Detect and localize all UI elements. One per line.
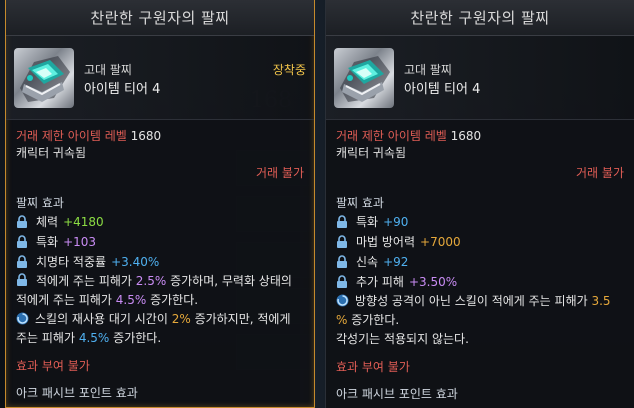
bracelet-icon [14, 48, 74, 108]
effect-value: 4.5% [78, 331, 110, 345]
binding-status: 캐릭터 귀속됨 [16, 146, 87, 160]
lock-icon [337, 275, 347, 288]
bracelet-icon [334, 48, 394, 108]
item-grade: 고대 팔찌 [404, 63, 452, 77]
special-effect-1: 방향성 공격이 아닌 스킬이 적에게 주는 피해가 3.5 % 증가한다. [336, 292, 624, 330]
effects-header: 팔찌 효과 [336, 196, 384, 210]
stat-value: +3.40% [111, 255, 160, 269]
effect-text: 주는 피해가 [16, 331, 79, 345]
stat-name: 추가 피해 [356, 275, 404, 289]
lock-icon [17, 255, 27, 268]
special-effect-2: 각성기는 적용되지 않는다. [336, 332, 469, 346]
stat-row: 특화 +90 [336, 212, 624, 232]
item-name: 찬란한 구원자의 팔찌 [6, 0, 314, 36]
stat-value: +3.50% [408, 275, 458, 289]
stat-name: 마법 방어력 [356, 235, 416, 249]
stat-row: 체력 +4180 [16, 212, 304, 232]
item-header: 고대 팔찌 아이템 티어 4 장착중 [6, 36, 314, 120]
effect-value: 2% [171, 312, 191, 326]
effect-value: 4.5% [115, 293, 147, 307]
item-tier: 아이템 티어 4 [404, 82, 481, 97]
stat-row: 치명타 적중률 +3.40% [16, 252, 304, 272]
effect-text: 적에게 주는 피해가 [16, 293, 116, 307]
item-level-value: 1680 [450, 129, 482, 143]
item-header: 고대 팔찌 아이템 티어 4 [326, 36, 634, 120]
equipped-badge: 장착중 [272, 63, 306, 77]
stat-name: 특화 [356, 215, 379, 229]
stat-name: 신속 [356, 255, 379, 269]
item-level: 거래 제한 아이템 레벨 1680 [16, 128, 304, 145]
item-name: 찬란한 구원자의 팔찌 [326, 0, 634, 36]
lock-icon [17, 215, 27, 228]
lock-icon [17, 235, 27, 248]
effect-value: 3.5 [591, 294, 611, 308]
no-effect-grant: 효과 부여 불가 [336, 360, 410, 374]
effect-text: 증가하지만, 적에게 [190, 312, 291, 326]
stat-value: +7000 [420, 235, 461, 249]
lock-icon [17, 273, 27, 286]
stat-row: 마법 방어력 +7000 [336, 232, 624, 252]
item-level-label: 거래 제한 아이템 레벨 [336, 129, 447, 143]
stat-name: 특화 [36, 235, 59, 249]
special-effect-2: 스킬의 재사용 대기 시간이 2% 증가하지만, 적에게 주는 피해가 4.5%… [16, 310, 304, 348]
stat-value: +103 [63, 235, 97, 249]
effect-text: 증가한다. [347, 313, 400, 327]
effect-text: 증가한다. [146, 293, 199, 307]
effect-text: 스킬의 재사용 대기 시간이 [35, 312, 172, 326]
item-grade: 고대 팔찌 [84, 63, 132, 77]
lock-icon [337, 235, 347, 248]
stat-row: 추가 피해 +3.50% [336, 272, 624, 292]
stat-value: +92 [383, 255, 409, 269]
effect-text: 증가하며, 무력화 상태의 [166, 274, 292, 288]
effect-text: 방향성 공격이 아닌 스킬이 적에게 주는 피해가 [355, 294, 592, 308]
trade-status: 거래 불가 [576, 166, 624, 180]
effect-value: 2.5% [135, 274, 167, 288]
swirl-icon [16, 312, 29, 325]
effect-value: % [336, 313, 348, 327]
effects-header: 팔찌 효과 [16, 196, 64, 210]
lock-icon [337, 255, 347, 268]
stat-row: 특화 +103 [16, 232, 304, 252]
trade-status: 거래 불가 [256, 166, 304, 180]
stat-row: 신속 +92 [336, 252, 624, 272]
swirl-icon [336, 294, 349, 307]
stat-value: +90 [383, 215, 409, 229]
ark-passive-header: 아크 패시브 포인트 효과 [336, 387, 458, 401]
lock-icon [337, 215, 347, 228]
ark-passive-header: 아크 패시브 포인트 효과 [16, 386, 138, 400]
binding-status: 캐릭터 귀속됨 [336, 146, 407, 160]
effect-text: 증가한다. [109, 331, 162, 345]
item-level: 거래 제한 아이템 레벨 1680 [336, 128, 624, 145]
no-effect-grant: 효과 부여 불가 [16, 359, 90, 373]
item-level-label: 거래 제한 아이템 레벨 [16, 129, 127, 143]
item-level-value: 1680 [130, 129, 162, 143]
item-tier: 아이템 티어 4 [84, 82, 161, 97]
special-effect-1: 적에게 주는 피해가 2.5% 증가하며, 무력화 상태의 적에게 주는 피해가… [16, 272, 304, 310]
stat-name: 치명타 적중률 [36, 255, 107, 269]
stat-value: +4180 [63, 215, 104, 229]
compare-item-tooltip: 찬란한 구원자의 팔찌 고대 팔찌 아이템 티어 4 거래 제한 아이템 레벨 … [325, 0, 634, 408]
equipped-item-tooltip: 찬란한 구원자의 팔찌 고대 팔찌 아이템 티어 4 장착중 거래 제한 아이템… [5, 0, 315, 408]
effect-text: 적에게 주는 피해가 [36, 274, 136, 288]
stat-name: 체력 [36, 215, 59, 229]
